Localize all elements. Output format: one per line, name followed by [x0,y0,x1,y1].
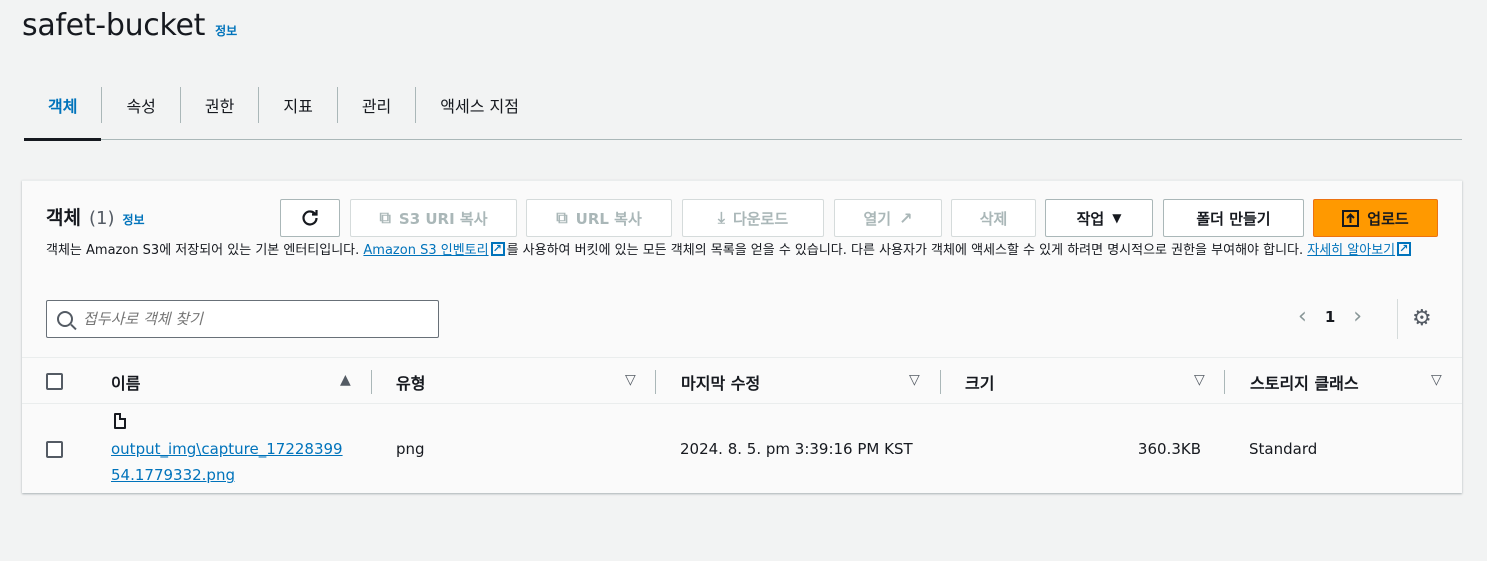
tab-properties[interactable]: 속성 [102,70,179,140]
sort-icon[interactable]: ▽ [625,372,636,388]
objects-info-link[interactable]: 정보 [122,211,144,228]
column-header-name[interactable]: 이름 [111,358,140,405]
object-last-modified: 2024. 8. 5. pm 3:39:16 PM KST [680,440,913,458]
actions-dropdown[interactable]: 작업 ▼ [1045,199,1153,237]
row-checkbox[interactable] [46,441,63,458]
copy-url-label: URL 복사 [575,209,642,228]
description-text: 를 사용하여 버킷에 있는 모든 객체의 목록을 얻을 수 있습니다. 다른 사… [506,243,1308,258]
file-icon [114,413,126,429]
column-header-storage-class[interactable]: 스토리지 클래스 [1250,358,1359,405]
actions-label: 작업 [1076,209,1105,228]
create-folder-label: 폴더 만들기 [1196,209,1271,228]
object-type: png [396,440,425,458]
page-number[interactable]: 1 [1325,308,1335,326]
inventory-link[interactable]: Amazon S3 인벤토리 [363,243,488,258]
bucket-tabs: 객체 속성 권한 지표 관리 액세스 지점 [24,70,1462,141]
bucket-name: safet-bucket [22,8,206,43]
copy-icon: ⧉ [379,208,391,227]
object-name-link[interactable]: output_img\capture_1722839954.1779332.pn… [111,436,351,488]
copy-s3-uri-button[interactable]: ⧉ S3 URI 복사 [350,199,517,237]
upload-label: 업로드 [1367,209,1409,228]
external-link-icon [490,239,505,258]
objects-panel: 객체 (1) 정보 ⧉ S3 URI 복사 ⧉ URL 복사 ⤓ 다운로드 열기… [22,180,1462,493]
search-box [46,300,439,338]
description-text: 객체는 Amazon S3에 저장되어 있는 기본 엔터티입니다. [46,243,364,258]
caret-down-icon: ▼ [1112,211,1122,225]
tab-permissions[interactable]: 권한 [181,70,258,140]
external-link-icon [1397,239,1412,258]
create-folder-button[interactable]: 폴더 만들기 [1163,199,1304,237]
refresh-button[interactable] [280,199,340,237]
sort-icon[interactable]: ▽ [909,372,920,388]
search-input[interactable] [83,310,413,328]
gear-icon[interactable]: ⚙ [1412,308,1432,330]
copy-s3-uri-label: S3 URI 복사 [398,209,488,228]
search-icon [57,311,73,327]
tab-access-points[interactable]: 액세스 지점 [416,70,543,140]
open-button[interactable]: 열기 ↗ [834,199,942,237]
tab-objects[interactable]: 객체 [24,70,102,141]
tab-metrics[interactable]: 지표 [259,70,336,140]
download-button[interactable]: ⤓ 다운로드 [682,199,824,237]
object-storage-class: Standard [1249,440,1318,458]
pagination: ‹ 1 › [1298,306,1362,328]
column-header-size[interactable]: 크기 [965,358,994,405]
column-divider[interactable] [940,370,941,394]
column-header-last-modified[interactable]: 마지막 수정 [681,358,760,405]
upload-button[interactable]: 업로드 [1313,199,1438,237]
select-all-checkbox[interactable] [46,373,63,390]
delete-button[interactable]: 삭제 [951,199,1036,237]
page-title: safet-bucket 정보 [22,8,237,43]
table-header: 이름 ▲ 유형 ▽ 마지막 수정 ▽ 크기 ▽ 스토리지 클래스 ▽ [22,357,1462,404]
delete-label: 삭제 [979,209,1008,228]
objects-description: 객체는 Amazon S3에 저장되어 있는 기본 엔터티입니다. Amazon… [46,239,1441,260]
refresh-icon [302,210,318,226]
sort-icon[interactable]: ▽ [1431,372,1442,388]
pagination-divider [1397,299,1398,339]
column-divider[interactable] [655,370,656,394]
objects-title: 객체 [46,207,81,229]
column-header-type[interactable]: 유형 [396,358,425,405]
bucket-info-link[interactable]: 정보 [215,22,237,39]
sort-icon[interactable]: ▽ [1194,372,1205,388]
copy-icon: ⧉ [556,208,568,227]
open-label: 열기 [863,209,892,228]
objects-header: 객체 (1) 정보 [46,203,145,230]
column-divider[interactable] [371,370,372,394]
copy-url-button[interactable]: ⧉ URL 복사 [526,199,672,237]
chevron-right-icon[interactable]: › [1353,306,1362,328]
download-icon: ⤓ [717,208,725,227]
download-label: 다운로드 [732,209,789,228]
learn-more-link[interactable]: 자세히 알아보기 [1307,243,1395,258]
objects-count: (1) [88,208,115,229]
tab-management[interactable]: 관리 [338,70,415,140]
table-row: output_img\capture_1722839954.1779332.pn… [22,404,1462,494]
sort-asc-icon[interactable]: ▲ [340,372,351,388]
chevron-left-icon[interactable]: ‹ [1298,306,1307,328]
upload-icon [1342,209,1360,227]
object-size: 360.3KB [1137,440,1201,458]
column-divider[interactable] [1224,370,1225,394]
external-link-icon: ↗ [899,208,913,228]
